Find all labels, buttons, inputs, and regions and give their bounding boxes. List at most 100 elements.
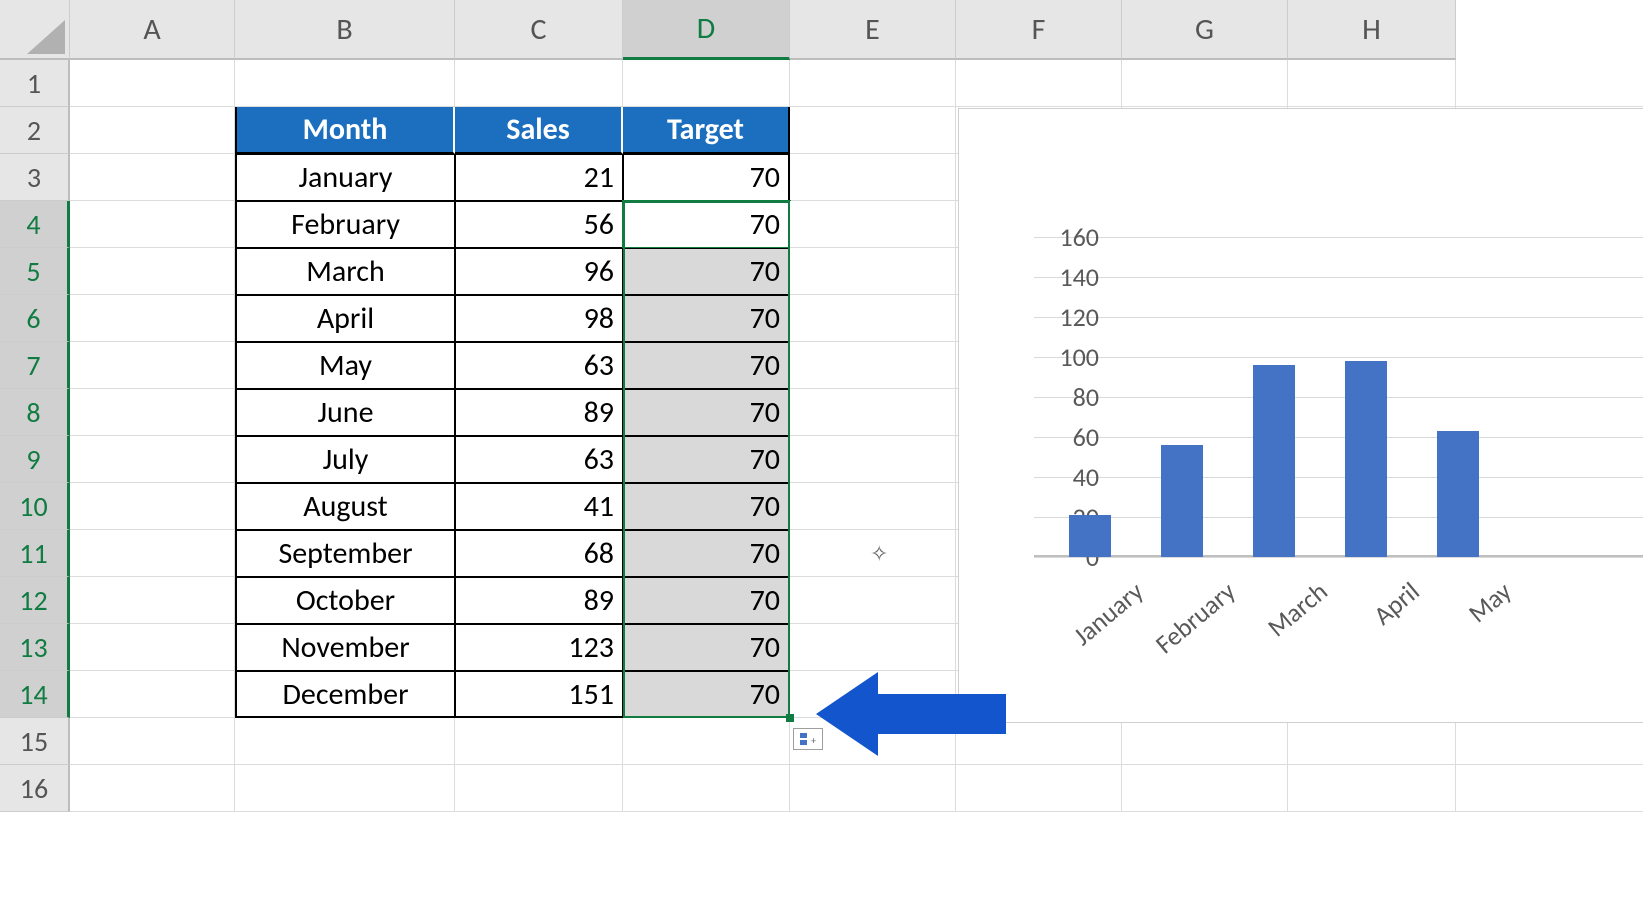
cell-D7[interactable]: 70 bbox=[623, 342, 790, 389]
cell-A1[interactable] bbox=[70, 60, 235, 107]
row-header-12[interactable]: 12 bbox=[0, 577, 70, 624]
cell-B4[interactable]: February bbox=[235, 201, 455, 248]
row-header-6[interactable]: 6 bbox=[0, 295, 70, 342]
cell-D10[interactable]: 70 bbox=[623, 483, 790, 530]
cell-E3[interactable] bbox=[790, 154, 956, 201]
cell-D14[interactable]: 70 bbox=[623, 671, 790, 718]
row-header-14[interactable]: 14 bbox=[0, 671, 70, 718]
chart-bar[interactable] bbox=[1253, 365, 1295, 557]
cell-H1[interactable] bbox=[1288, 60, 1456, 107]
col-header-H[interactable]: H bbox=[1288, 0, 1456, 60]
cell-B15[interactable] bbox=[235, 718, 455, 765]
cell-A11[interactable] bbox=[70, 530, 235, 577]
cell-B5[interactable]: March bbox=[235, 248, 455, 295]
row-header-13[interactable]: 13 bbox=[0, 624, 70, 671]
cell-C5[interactable]: 96 bbox=[455, 248, 623, 295]
col-header-B[interactable]: B bbox=[235, 0, 455, 60]
cell-A14[interactable] bbox=[70, 671, 235, 718]
row-header-8[interactable]: 8 bbox=[0, 389, 70, 436]
cell-C3[interactable]: 21 bbox=[455, 154, 623, 201]
cell-F1[interactable] bbox=[956, 60, 1122, 107]
cell-A15[interactable] bbox=[70, 718, 235, 765]
cell-E12[interactable] bbox=[790, 577, 956, 624]
cell-D3[interactable]: 70 bbox=[623, 154, 790, 201]
cell-E9[interactable] bbox=[790, 436, 956, 483]
cell-I15[interactable] bbox=[1456, 718, 1643, 765]
cell-A12[interactable] bbox=[70, 577, 235, 624]
chart-bar[interactable] bbox=[1161, 445, 1203, 557]
cell-E1[interactable] bbox=[790, 60, 956, 107]
cell-D4-active[interactable]: 70 bbox=[623, 201, 790, 248]
cell-C11[interactable]: 68 bbox=[455, 530, 623, 577]
cell-B6[interactable]: April bbox=[235, 295, 455, 342]
cell-I16[interactable] bbox=[1456, 765, 1643, 812]
cell-B14[interactable]: December bbox=[235, 671, 455, 718]
cell-A2[interactable] bbox=[70, 107, 235, 154]
cell-C8[interactable]: 89 bbox=[455, 389, 623, 436]
cell-D12[interactable]: 70 bbox=[623, 577, 790, 624]
col-header-G[interactable]: G bbox=[1122, 0, 1288, 60]
col-header-C[interactable]: C bbox=[455, 0, 623, 60]
cell-E7[interactable] bbox=[790, 342, 956, 389]
cell-D13[interactable]: 70 bbox=[623, 624, 790, 671]
cell-G15[interactable] bbox=[1122, 718, 1288, 765]
chart-bar[interactable] bbox=[1437, 431, 1479, 557]
cell-D2-header-target[interactable]: Target bbox=[623, 107, 790, 154]
cell-B13[interactable]: November bbox=[235, 624, 455, 671]
cell-C1[interactable] bbox=[455, 60, 623, 107]
fill-handle[interactable] bbox=[786, 714, 794, 722]
cell-B16[interactable] bbox=[235, 765, 455, 812]
cell-F16[interactable] bbox=[956, 765, 1122, 812]
cell-E16[interactable] bbox=[790, 765, 956, 812]
cell-E6[interactable] bbox=[790, 295, 956, 342]
row-header-16[interactable]: 16 bbox=[0, 765, 70, 812]
cell-H15[interactable] bbox=[1288, 718, 1456, 765]
cell-E2[interactable] bbox=[790, 107, 956, 154]
cell-C9[interactable]: 63 bbox=[455, 436, 623, 483]
cell-B1[interactable] bbox=[235, 60, 455, 107]
col-header-D[interactable]: D bbox=[623, 0, 790, 60]
col-header-F[interactable]: F bbox=[956, 0, 1122, 60]
embedded-chart[interactable]: 020406080100120140160JanuaryFebruaryMarc… bbox=[958, 108, 1643, 723]
col-header-A[interactable]: A bbox=[70, 0, 235, 60]
cell-D1[interactable] bbox=[623, 60, 790, 107]
col-header-E[interactable]: E bbox=[790, 0, 956, 60]
cell-E5[interactable] bbox=[790, 248, 956, 295]
row-header-2[interactable]: 2 bbox=[0, 107, 70, 154]
cell-C7[interactable]: 63 bbox=[455, 342, 623, 389]
cell-G1[interactable] bbox=[1122, 60, 1288, 107]
cell-D16[interactable] bbox=[623, 765, 790, 812]
row-header-5[interactable]: 5 bbox=[0, 248, 70, 295]
cell-H16[interactable] bbox=[1288, 765, 1456, 812]
cell-D9[interactable]: 70 bbox=[623, 436, 790, 483]
cell-G16[interactable] bbox=[1122, 765, 1288, 812]
cell-B11[interactable]: September bbox=[235, 530, 455, 577]
cell-B10[interactable]: August bbox=[235, 483, 455, 530]
cell-B12[interactable]: October bbox=[235, 577, 455, 624]
select-all-corner[interactable] bbox=[0, 0, 70, 60]
cell-C14[interactable]: 151 bbox=[455, 671, 623, 718]
row-header-1[interactable]: 1 bbox=[0, 60, 70, 107]
cell-A10[interactable] bbox=[70, 483, 235, 530]
row-header-10[interactable]: 10 bbox=[0, 483, 70, 530]
row-header-9[interactable]: 9 bbox=[0, 436, 70, 483]
cell-A7[interactable] bbox=[70, 342, 235, 389]
cell-C16[interactable] bbox=[455, 765, 623, 812]
cell-A16[interactable] bbox=[70, 765, 235, 812]
cell-E13[interactable] bbox=[790, 624, 956, 671]
cell-D5[interactable]: 70 bbox=[623, 248, 790, 295]
cell-A9[interactable] bbox=[70, 436, 235, 483]
row-header-7[interactable]: 7 bbox=[0, 342, 70, 389]
cell-C13[interactable]: 123 bbox=[455, 624, 623, 671]
cell-C2-header-sales[interactable]: Sales bbox=[455, 107, 623, 154]
cell-E10[interactable] bbox=[790, 483, 956, 530]
row-header-4[interactable]: 4 bbox=[0, 201, 70, 248]
cell-A6[interactable] bbox=[70, 295, 235, 342]
row-header-11[interactable]: 11 bbox=[0, 530, 70, 577]
cell-E4[interactable] bbox=[790, 201, 956, 248]
cell-A8[interactable] bbox=[70, 389, 235, 436]
cell-D15[interactable] bbox=[623, 718, 790, 765]
chart-bar[interactable] bbox=[1345, 361, 1387, 557]
cell-B7[interactable]: May bbox=[235, 342, 455, 389]
cell-B2-header-month[interactable]: Month bbox=[235, 107, 455, 154]
